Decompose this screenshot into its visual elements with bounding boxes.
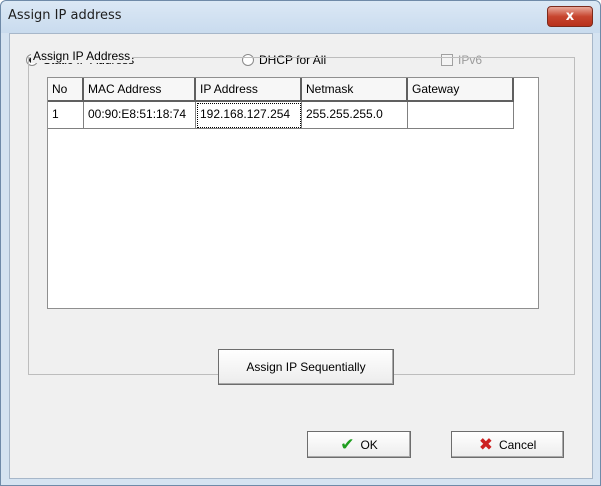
column-header-no[interactable]: No [48, 78, 84, 102]
column-header-ip[interactable]: IP Address [196, 78, 302, 102]
dialog-body: Static IP Address DHCP for All IPv6 Assi… [9, 33, 593, 479]
checkmark-icon: ✔ [340, 435, 355, 454]
close-button[interactable]: x [547, 6, 593, 27]
column-header-gateway[interactable]: Gateway [408, 78, 514, 102]
ok-label: OK [360, 437, 378, 452]
window-title: Assign IP address [8, 8, 122, 23]
cancel-button[interactable]: ✖ Cancel [451, 431, 564, 458]
cell-netmask[interactable]: 255.255.255.0 [302, 102, 408, 129]
ip-assignment-table[interactable]: No MAC Address IP Address Netmask Gatewa… [47, 77, 539, 309]
groupbox-legend: Assign IP Address [31, 49, 133, 63]
assign-ip-sequentially-button[interactable]: Assign IP Sequentially [218, 349, 394, 385]
ok-button[interactable]: ✔ OK [307, 431, 411, 458]
assign-ip-dialog: Assign IP address x Static IP Address DH… [0, 0, 601, 486]
cell-ip[interactable]: 192.168.127.254 [196, 102, 302, 129]
cell-no[interactable]: 1 [48, 102, 84, 129]
column-header-netmask[interactable]: Netmask [302, 78, 408, 102]
close-icon: x [565, 9, 575, 24]
cell-gateway[interactable] [408, 102, 514, 129]
cell-mac[interactable]: 00:90:E8:51:18:74 [84, 102, 196, 129]
title-bar[interactable]: Assign IP address x [1, 1, 600, 33]
assign-ip-sequentially-label: Assign IP Sequentially [246, 360, 366, 374]
column-header-mac[interactable]: MAC Address [84, 78, 196, 102]
red-x-icon: ✖ [478, 435, 493, 454]
cancel-label: Cancel [498, 437, 537, 452]
